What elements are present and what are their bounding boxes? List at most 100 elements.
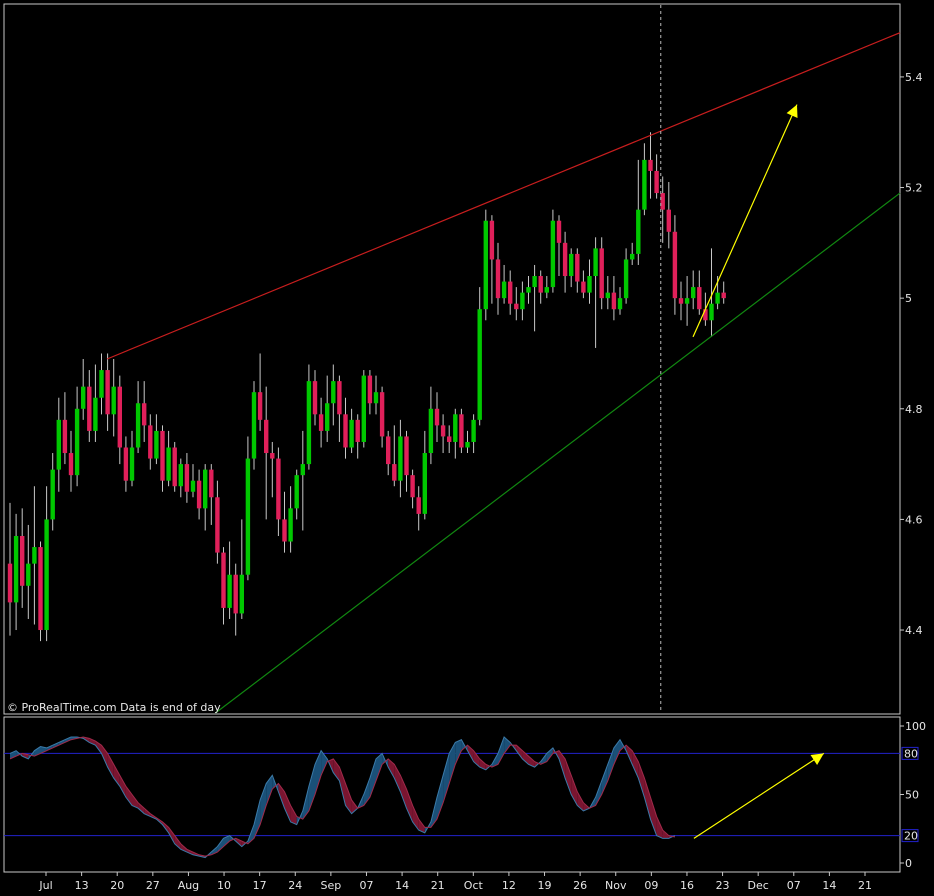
time-tick-label: Oct (464, 879, 484, 892)
time-tick-label: 14 (395, 879, 409, 892)
candle-body (288, 508, 293, 542)
candle-body (526, 287, 531, 293)
candle-body (684, 298, 690, 304)
candle-body (81, 386, 86, 409)
candle-body (599, 248, 604, 299)
candle-body (215, 497, 220, 553)
stochastic-level-label: 80 (904, 747, 918, 760)
candle-body (251, 392, 257, 459)
candle-body (581, 281, 586, 293)
candle-body (611, 292, 617, 310)
candle-body (514, 303, 519, 310)
candle-body (654, 170, 659, 194)
candle-body (38, 547, 43, 631)
time-tick-label: 13 (75, 879, 89, 892)
candle-body (709, 303, 714, 321)
candle-body (62, 419, 68, 454)
candle-body (392, 464, 397, 481)
candle-body (44, 519, 49, 631)
copyright-watermark: © ProRealTime.com Data is end of day (7, 701, 221, 714)
candle-body (196, 480, 202, 509)
candle-body (373, 392, 379, 404)
time-tick-label: 27 (146, 879, 160, 892)
price-tick-label: 4.4 (905, 624, 923, 637)
candle-body (666, 209, 671, 232)
candle-body (123, 447, 129, 481)
chart-root: 4.4 4.6 4.8 5 5.2 5.4 © ProRealTime.com Data … (0, 0, 934, 896)
time-tick-label: 21 (431, 879, 445, 892)
candle-body (190, 480, 196, 492)
candle-body (93, 397, 98, 431)
candle-body (636, 209, 641, 254)
candle-body (404, 436, 409, 476)
candle-body (276, 458, 281, 520)
candle-body (550, 220, 556, 288)
candle-body (672, 231, 678, 299)
stochastic-tick-label: 50 (905, 789, 919, 802)
candle-body (489, 220, 495, 260)
candle (361, 370, 366, 448)
candle-body (642, 159, 647, 210)
candle-body (87, 386, 92, 431)
candle-body (111, 386, 116, 415)
candle (251, 381, 257, 470)
candle-body (678, 298, 684, 304)
candle-body (459, 414, 464, 448)
candle-body (264, 419, 269, 454)
time-tick-label: 07 (359, 879, 373, 892)
candle-body (593, 248, 598, 277)
candle-body (660, 193, 665, 210)
candle-body (318, 414, 324, 431)
candle-body (166, 447, 171, 481)
candle-body (203, 469, 208, 509)
candle-body (312, 381, 318, 415)
candle-body (26, 563, 31, 586)
candle-body (221, 552, 226, 608)
candle-body (471, 419, 476, 442)
candle-body (306, 381, 312, 465)
candle-body (691, 287, 696, 299)
time-tick-label: 09 (644, 879, 658, 892)
candle-body (703, 309, 708, 321)
candle-body (538, 276, 543, 293)
time-tick-label: 19 (538, 879, 552, 892)
price-tick-label: 5.4 (905, 71, 923, 84)
candle-body (50, 469, 55, 520)
time-tick-label: Jul (38, 879, 52, 892)
candle-body (416, 497, 421, 514)
candle-body (440, 425, 446, 437)
candle-body (117, 386, 122, 448)
candle-body (129, 447, 135, 481)
time-tick-label: 24 (288, 879, 302, 892)
time-tick-label: 12 (502, 879, 516, 892)
candle-body (142, 403, 147, 426)
candle-body (135, 403, 141, 448)
candle-body (605, 292, 610, 299)
candle-body (227, 574, 232, 608)
time-tick-label: 10 (217, 879, 231, 892)
candle-body (349, 419, 354, 448)
time-tick-label: 20 (110, 879, 124, 892)
candle-body (331, 381, 336, 404)
candle-body (422, 453, 427, 514)
time-tick-label: 23 (716, 879, 730, 892)
candle (172, 441, 177, 492)
price-tick-label: 5.2 (905, 182, 923, 195)
candle-body (477, 309, 482, 420)
candle-body (465, 441, 470, 448)
candle-body (630, 253, 635, 260)
candle-body (13, 536, 19, 603)
candle-body (495, 259, 501, 299)
candle-body (325, 403, 330, 431)
candle-body (623, 259, 629, 299)
candle-body (245, 458, 251, 575)
time-tick-label: 14 (822, 879, 836, 892)
candle-body (20, 536, 25, 586)
candle-body (501, 281, 507, 299)
time-tick-label: 07 (787, 879, 801, 892)
candle-body (343, 414, 348, 448)
candle-body (587, 276, 592, 293)
candle-body (172, 447, 177, 487)
candle-body (520, 292, 525, 310)
candle-body (233, 574, 238, 614)
